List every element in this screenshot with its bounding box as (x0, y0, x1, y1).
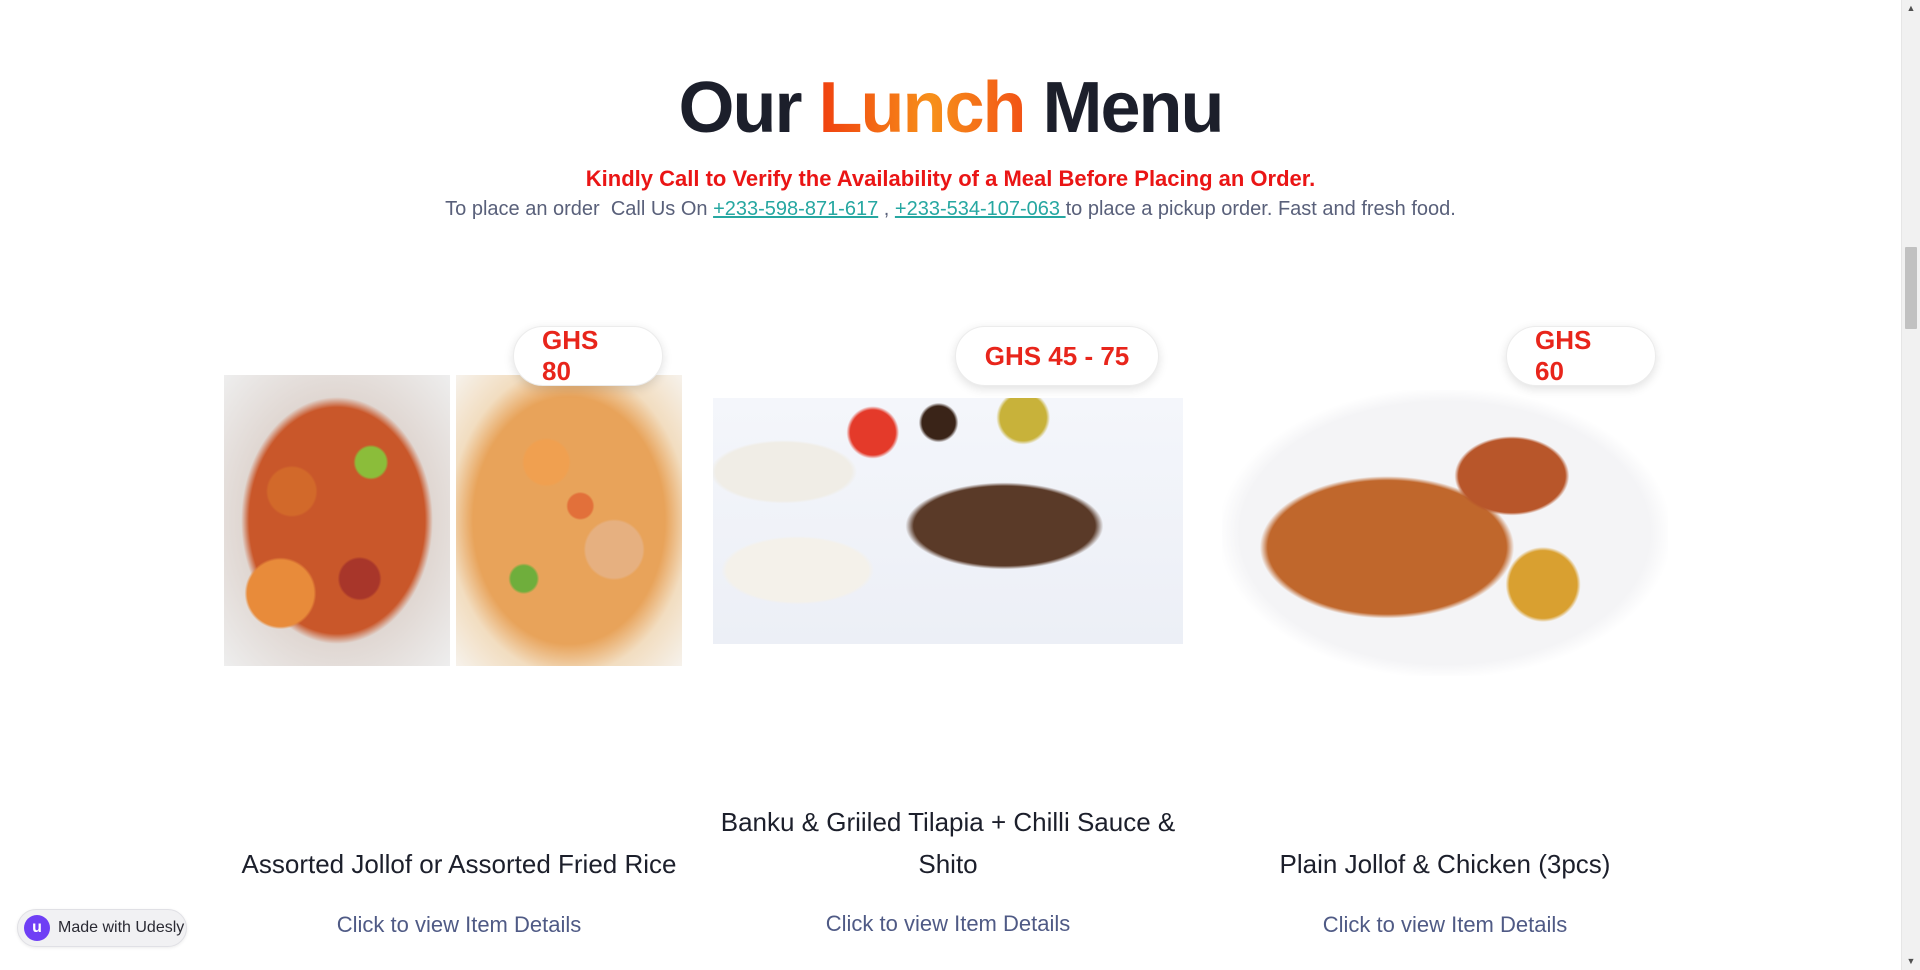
phone-link-2[interactable]: +233-534-107-063 (895, 198, 1066, 220)
vertical-scrollbar[interactable]: ▲ ▼ (1901, 0, 1920, 970)
title-accent: Lunch (818, 68, 1027, 148)
page-title: Our Lunch Menu (0, 66, 1901, 150)
scroll-down-arrow-icon[interactable]: ▼ (1902, 953, 1920, 970)
call-suffix: to place a pickup order. Fast and fresh … (1065, 198, 1456, 220)
food-image-jollof[interactable] (224, 375, 450, 666)
food-image-fried-rice[interactable] (456, 375, 682, 666)
page: Our Lunch Menu Kindly Call to Verify the… (0, 0, 1901, 970)
availability-notice: Kindly Call to Verify the Availability o… (585, 166, 1316, 191)
menu-item-name: Assorted Jollof or Assorted Fried Rice (241, 849, 677, 879)
badge-label: Made with Udesly (58, 919, 185, 936)
price-badge: GHS 45 - 75 (955, 326, 1159, 386)
view-details-link[interactable]: Click to view Item Details (713, 911, 1183, 937)
menu-item-name: Banku & Griiled Tilapia + Chilli Sauce &… (720, 807, 1176, 879)
made-with-udesly-badge[interactable]: u Made with Udesly (17, 909, 187, 947)
menu-card-jollof-chicken: GHS 60 Plain Jollof & Chicken (3pcs) Cli… (1210, 325, 1680, 966)
scrollbar-thumb[interactable] (1905, 247, 1917, 329)
title-part-2: Menu (1042, 68, 1225, 148)
price-badge: GHS 60 (1506, 325, 1656, 386)
view-details-link[interactable]: Click to view Item Details (224, 912, 694, 938)
menu-item-name: Plain Jollof & Chicken (3pcs) (1279, 849, 1611, 879)
food-image-banku-tilapia[interactable] (713, 398, 1183, 644)
udesly-logo-icon: u (24, 915, 50, 941)
price-badge: GHS 80 (513, 325, 663, 386)
food-image-jollof-chicken[interactable] (1222, 390, 1668, 676)
order-instructions: To place an order Call Us On +233-598-87… (0, 198, 1901, 221)
title-part-1: Our (678, 68, 803, 148)
phone-link-1[interactable]: +233-598-871-617 (713, 198, 878, 220)
scroll-up-arrow-icon[interactable]: ▲ (1902, 0, 1920, 17)
call-prefix: To place an order Call Us On (445, 198, 714, 220)
view-details-link[interactable]: Click to view Item Details (1210, 912, 1680, 938)
menu-card-banku-tilapia: GHS 45 - 75 Banku & Griiled Tilapia + Ch… (713, 326, 1183, 966)
menu-card-assorted-rice: GHS 80 Assorted Jollof or Assorted Fried… (224, 325, 694, 966)
phone-separator: , (878, 198, 895, 220)
